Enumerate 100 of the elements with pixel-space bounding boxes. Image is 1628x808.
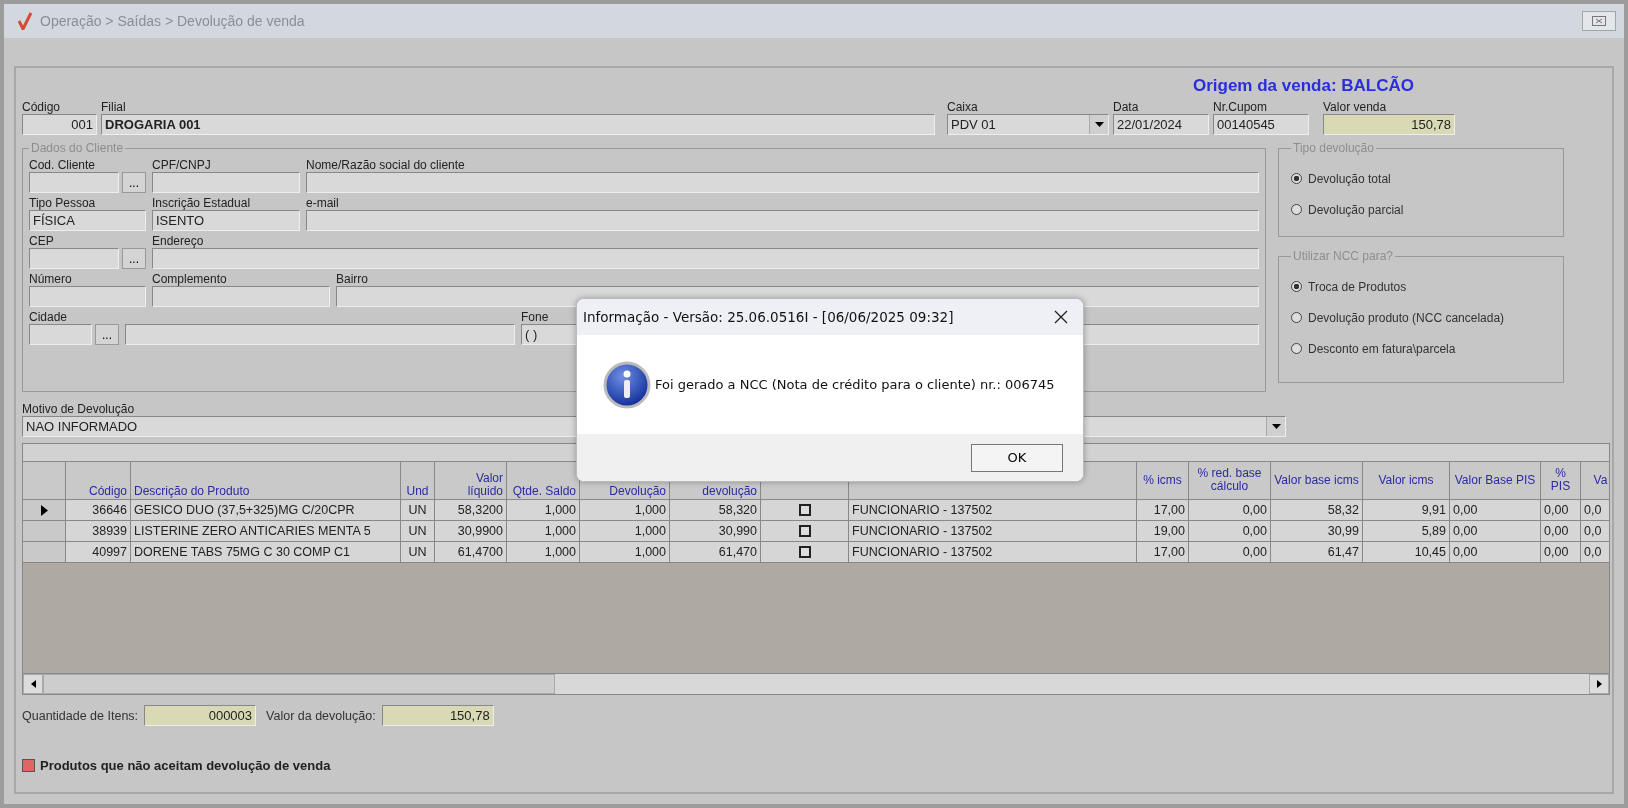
- table-cell: 58,3200: [435, 500, 507, 521]
- table-cell: DORENE TABS 75MG C 30 COMP C1: [131, 542, 401, 563]
- column-header[interactable]: % icms: [1137, 462, 1189, 500]
- row-indicator-cell[interactable]: [23, 500, 66, 521]
- caret-icon: [1271, 424, 1281, 429]
- table-cell: 58,320: [670, 500, 761, 521]
- cashier-dropdown[interactable]: PDV 01: [947, 114, 1109, 135]
- field-label: Quantidade de Itens:: [22, 708, 139, 723]
- table-cell: 0,00: [1541, 521, 1581, 542]
- table-cell: 0,00: [1189, 500, 1271, 521]
- field-label: Nr.Cupom: [1213, 100, 1268, 114]
- field-label: Número: [29, 272, 72, 286]
- input-field[interactable]: 150,78: [1323, 114, 1455, 135]
- table-cell: 40997: [66, 542, 131, 563]
- input-field[interactable]: [152, 172, 300, 193]
- input-field[interactable]: 00140545: [1213, 114, 1309, 135]
- field-label: e-mail: [306, 196, 339, 210]
- input-field[interactable]: 001: [22, 114, 97, 135]
- info-icon: [603, 360, 651, 409]
- column-header[interactable]: Qtde. Saldo: [507, 462, 580, 500]
- row-indicator-cell[interactable]: [23, 542, 66, 563]
- table-cell: 0,00: [1541, 542, 1581, 563]
- input-field[interactable]: [152, 286, 330, 307]
- input-field[interactable]: ISENTO: [152, 210, 300, 231]
- left-arrow-icon: [30, 680, 36, 688]
- lookup-button[interactable]: ...: [95, 324, 119, 345]
- horizontal-scrollbar[interactable]: [23, 673, 1609, 694]
- field-label: Data: [1113, 100, 1139, 114]
- column-header[interactable]: % red. base cálculo: [1189, 462, 1271, 500]
- table-cell: 0,0: [1581, 521, 1609, 542]
- legend-label: Produtos que não aceitam devolução de venda: [40, 758, 331, 773]
- column-header[interactable]: Descrição do Produto: [131, 462, 401, 500]
- table-cell: 30,990: [670, 521, 761, 542]
- input-field[interactable]: [306, 210, 1259, 231]
- checkbox[interactable]: [798, 525, 811, 537]
- radio-option[interactable]: Devolução produto (NCC cancelada): [1291, 302, 1551, 333]
- column-header[interactable]: % PIS: [1541, 462, 1581, 500]
- input-field: 150,78: [381, 705, 494, 726]
- table-cell: 17,00: [1137, 542, 1189, 563]
- table-cell: FUNCIONARIO - 137502: [849, 500, 1137, 521]
- group-title: Tipo devolução: [1292, 141, 1375, 155]
- field-label: Cidade: [29, 310, 68, 324]
- input-field[interactable]: [306, 172, 1259, 193]
- table-cell: UN: [401, 521, 435, 542]
- column-header[interactable]: Valor base icms: [1271, 462, 1363, 500]
- input-field[interactable]: 22/01/2024: [1113, 114, 1209, 135]
- column-header[interactable]: Va: [1581, 462, 1609, 500]
- field-label: Caixa: [947, 100, 978, 114]
- field-label: Cod. Cliente: [29, 158, 96, 172]
- radio-option[interactable]: Desconto em fatura\parcela: [1291, 333, 1551, 364]
- column-header[interactable]: Und: [401, 462, 435, 500]
- table-cell: 0,00: [1450, 542, 1541, 563]
- scrollbar-thumb[interactable]: [43, 674, 555, 694]
- checkbox[interactable]: [798, 546, 811, 558]
- input-field[interactable]: [152, 248, 1259, 269]
- caret-icon: [1094, 122, 1104, 127]
- input-field[interactable]: [125, 324, 515, 345]
- field-label: Motivo de Devolução: [22, 402, 135, 416]
- table-cell: 0,00: [1189, 521, 1271, 542]
- radio-option[interactable]: Devolução parcial: [1291, 194, 1551, 225]
- field-label: Valor da devolução:: [266, 708, 376, 723]
- lookup-button[interactable]: ...: [122, 248, 146, 269]
- table-cell: 1,000: [580, 521, 670, 542]
- input-field[interactable]: [29, 286, 146, 307]
- input-field[interactable]: [29, 172, 119, 193]
- right-arrow-icon: [1596, 680, 1602, 688]
- group-title: Utilizar NCC para?: [1292, 249, 1395, 263]
- radio-option[interactable]: Devolução total: [1291, 163, 1551, 194]
- field-label: Endereço: [152, 234, 204, 248]
- table-cell: 38939: [66, 521, 131, 542]
- ok-button[interactable]: OK: [971, 443, 1063, 472]
- row-indicator-cell[interactable]: [23, 521, 66, 542]
- input-field: 000003: [144, 705, 257, 726]
- table-cell: 1,000: [580, 500, 670, 521]
- field-label: CPF/CNPJ: [152, 158, 211, 172]
- close-button[interactable]: [1582, 11, 1616, 31]
- field-label: Bairro: [336, 272, 368, 286]
- table-cell: 58,32: [1271, 500, 1363, 521]
- column-header[interactable]: Código: [66, 462, 131, 500]
- table-cell: 0,00: [1189, 542, 1271, 563]
- dialog-message: Foi gerado a NCC (Nota de crédito para o cliente) nr.: 006745: [655, 377, 1055, 392]
- input-field[interactable]: [29, 248, 119, 269]
- column-header[interactable]: Valor Base PIS: [1450, 462, 1541, 500]
- field-label: Filial: [101, 100, 126, 114]
- input-field[interactable]: [29, 324, 92, 345]
- field-label: Código: [22, 100, 61, 114]
- input-field[interactable]: DROGARIA 001: [101, 114, 935, 135]
- input-field[interactable]: FÍSICA: [29, 210, 146, 231]
- checkbox[interactable]: [798, 504, 811, 516]
- field-label: Nome/Razão social do cliente: [306, 158, 465, 172]
- column-header[interactable]: Valor líquido: [435, 462, 507, 500]
- window-title: Operação > Saídas > Devolução de venda: [40, 13, 305, 29]
- table-cell: 0,0: [1581, 500, 1609, 521]
- table-cell: GESICO DUO (37,5+325)MG C/20CPR: [131, 500, 401, 521]
- table-cell: 0,00: [1450, 500, 1541, 521]
- radio-option[interactable]: Troca de Produtos: [1291, 271, 1551, 302]
- column-header[interactable]: Valor icms: [1363, 462, 1450, 500]
- field-label: Tipo Pessoa: [29, 196, 96, 210]
- lookup-button[interactable]: ...: [122, 172, 146, 193]
- table-cell: 61,470: [670, 542, 761, 563]
